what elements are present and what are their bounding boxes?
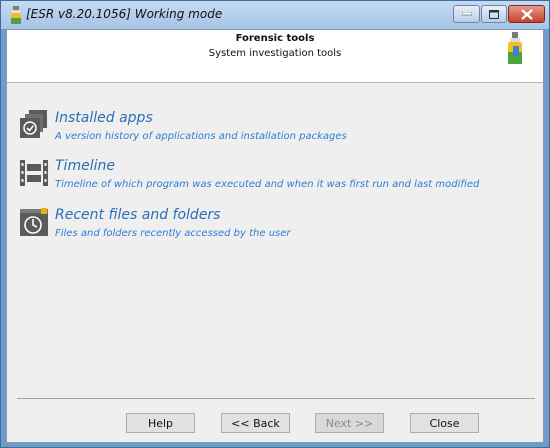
- title-bar[interactable]: [ESR v8.20.1056] Working mode: [1, 1, 549, 29]
- timeline-description: Timeline of which program was executed a…: [55, 179, 480, 190]
- maximize-button[interactable]: [481, 5, 507, 23]
- page-title: Forensic tools: [235, 33, 315, 44]
- close-icon: [520, 8, 533, 20]
- list-item-timeline[interactable]: Timeline Timeline of which program was e…: [19, 158, 499, 202]
- app-icon: [11, 6, 21, 24]
- timeline-link[interactable]: Timeline: [55, 158, 115, 174]
- page-subtitle: System investigation tools: [208, 48, 342, 59]
- next-button: Next >>: [315, 413, 384, 433]
- header-panel: Forensic tools System investigation tool…: [7, 30, 543, 83]
- app-window: [ESR v8.20.1056] Working mode Forensic t…: [0, 0, 550, 448]
- installed-apps-description: A version history of applications and in…: [55, 131, 347, 142]
- help-button[interactable]: Help: [126, 413, 195, 433]
- window-title: [ESR v8.20.1056] Working mode: [26, 7, 223, 21]
- film-strip-icon: [20, 160, 48, 186]
- installed-apps-link[interactable]: Installed apps: [55, 110, 153, 126]
- list-item-recent-files[interactable]: Recent files and folders Files and folde…: [19, 207, 499, 251]
- recent-files-link[interactable]: Recent files and folders: [55, 207, 220, 223]
- cleaner-bottle-icon: [508, 32, 522, 64]
- wizard-panel: Forensic tools System investigation tool…: [6, 29, 544, 443]
- back-button[interactable]: << Back: [221, 413, 290, 433]
- installed-apps-icon: [20, 110, 47, 138]
- minimize-button[interactable]: [453, 5, 480, 23]
- clock-icon: [20, 208, 48, 236]
- minimize-icon: [461, 12, 472, 16]
- list-item-installed-apps[interactable]: Installed apps A version history of appl…: [19, 110, 499, 154]
- footer-divider: [17, 398, 535, 399]
- close-button[interactable]: Close: [410, 413, 479, 433]
- close-window-button[interactable]: [508, 5, 545, 23]
- maximize-icon: [489, 9, 499, 19]
- recent-files-description: Files and folders recently accessed by t…: [55, 228, 291, 239]
